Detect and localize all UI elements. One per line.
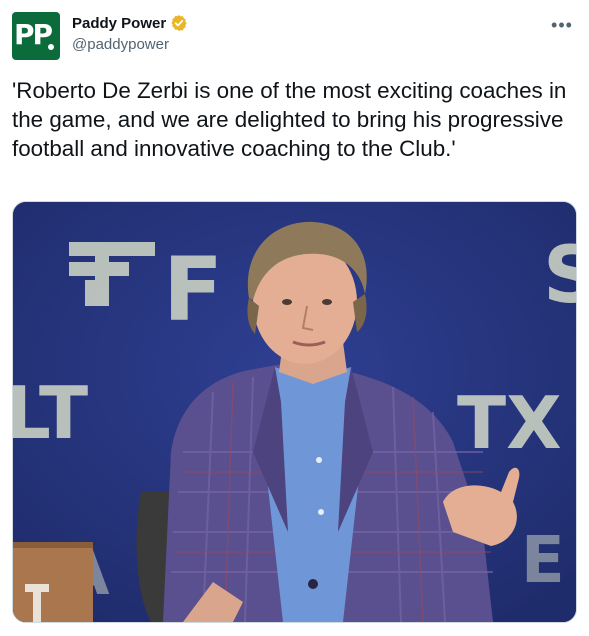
avatar-logo-dot bbox=[48, 44, 54, 50]
tweet-photo[interactable]: F S LT TX CA E bbox=[12, 201, 577, 623]
podium bbox=[13, 542, 93, 622]
more-options-icon[interactable]: ••• bbox=[549, 12, 575, 38]
tweet-text: 'Roberto De Zerbi is one of the most exc… bbox=[12, 78, 573, 161]
avatar-logo-text: PP bbox=[14, 18, 53, 51]
svg-text:S: S bbox=[543, 231, 576, 321]
svg-text:F: F bbox=[163, 238, 223, 341]
author-handle[interactable]: @paddypower bbox=[72, 36, 169, 53]
svg-text:E: E bbox=[521, 524, 565, 598]
verified-badge-icon bbox=[170, 14, 188, 32]
tweet-card: PP Paddy Power @paddypower ••• 'Roberto … bbox=[0, 0, 589, 636]
svg-text:LT: LT bbox=[13, 371, 88, 455]
photo-scene: F S LT TX CA E bbox=[13, 202, 576, 622]
author-display-name[interactable]: Paddy Power bbox=[72, 15, 166, 32]
avatar[interactable]: PP bbox=[12, 12, 60, 60]
author-name-row: Paddy Power bbox=[72, 14, 188, 32]
